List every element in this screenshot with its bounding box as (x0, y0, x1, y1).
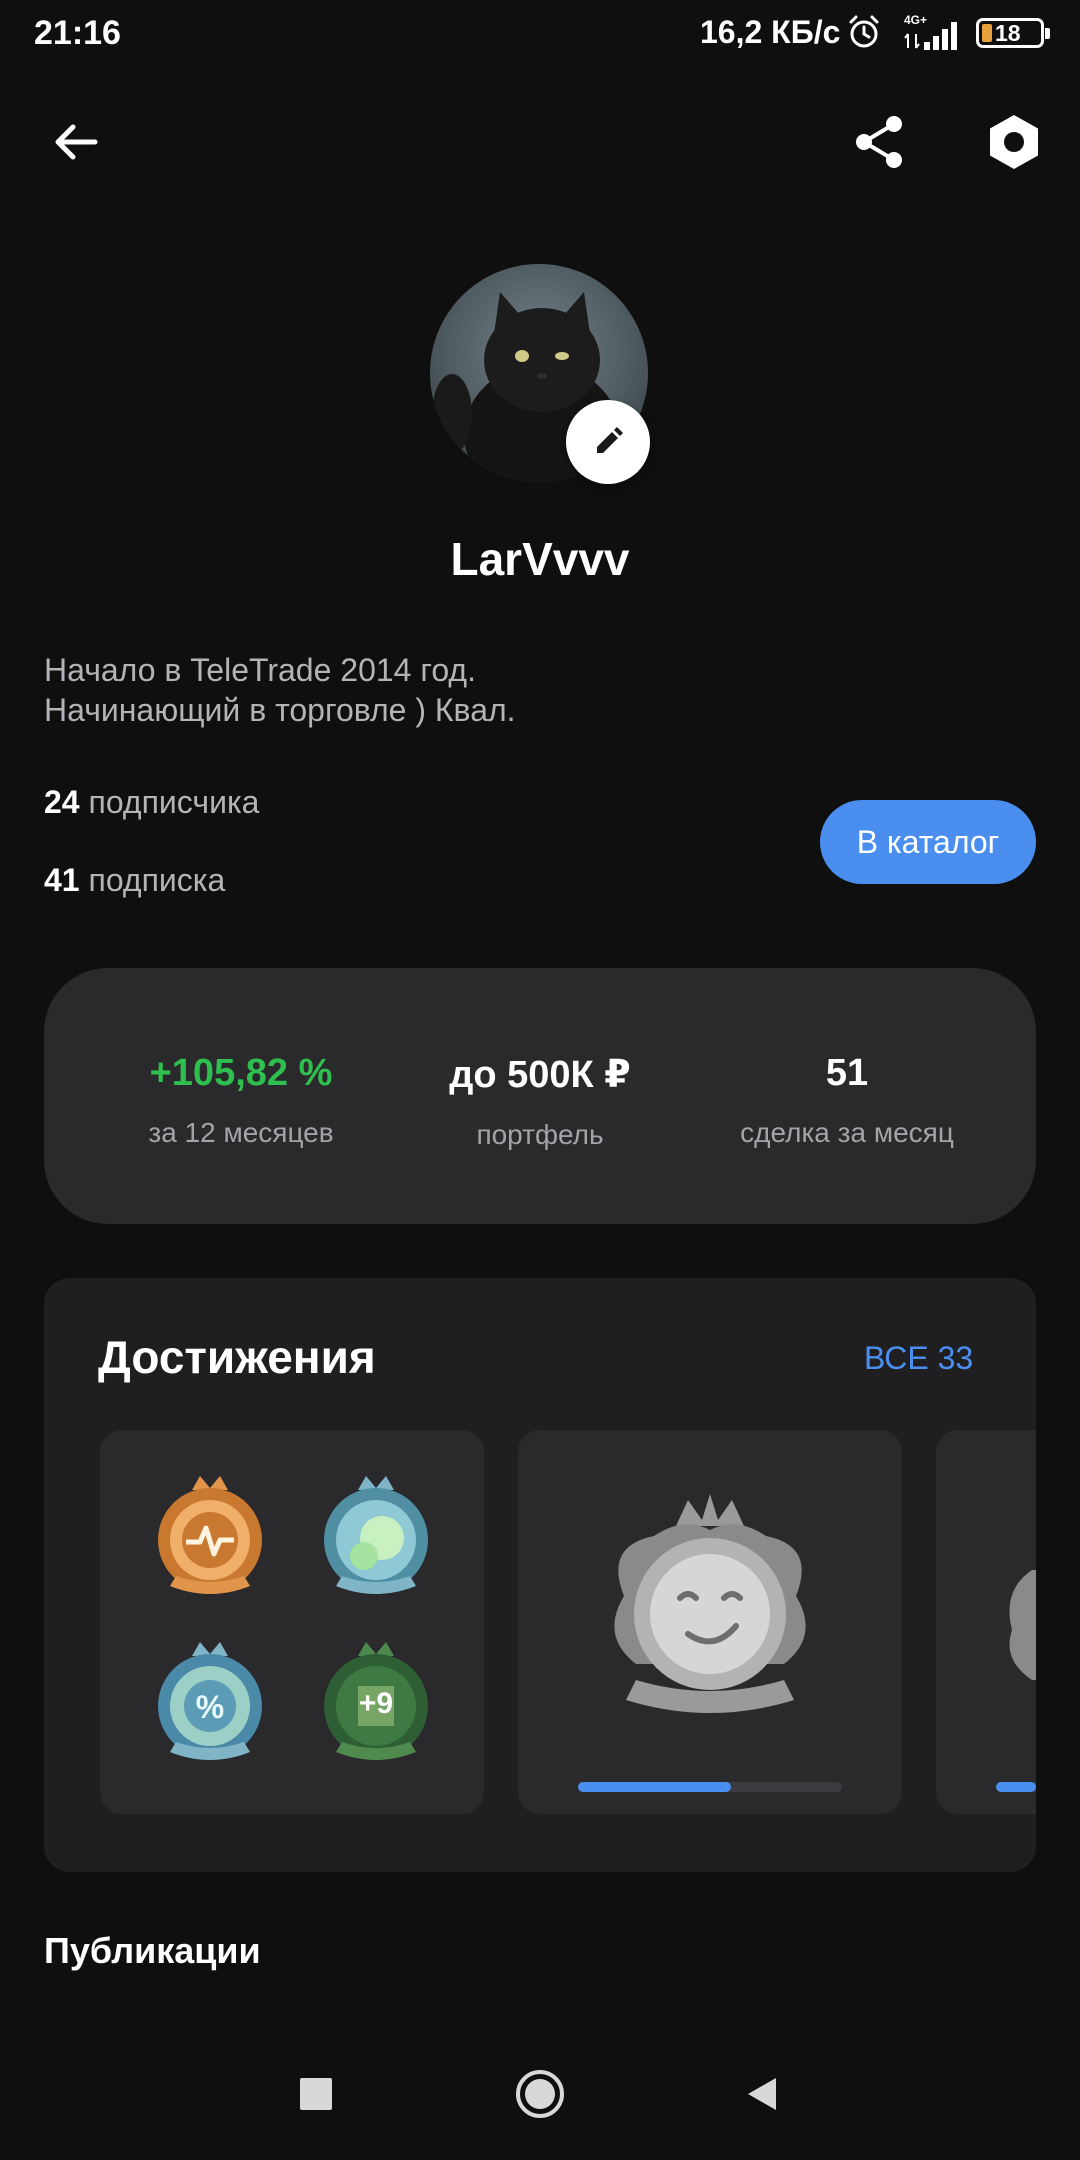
achievements-all-link[interactable]: ВСЕ 33 (864, 1340, 973, 1377)
catalog-button[interactable]: В каталог (820, 800, 1036, 884)
achievements-title: Достижения (98, 1331, 376, 1383)
signal-icon: 4G+ (904, 13, 957, 50)
pencil-icon (597, 427, 623, 453)
stat-label: за 12 месяцев (148, 1117, 334, 1148)
achievements-section: Достижения ВСЕ 33 % +9 (44, 1278, 1036, 1872)
profile-bio: Начало в TeleTrade 2014 год. Начинающий … (44, 650, 1024, 730)
smile-badge-icon (614, 1494, 806, 1713)
network-speed: 16,2 КБ/с (700, 14, 841, 50)
back-button[interactable] (36, 102, 116, 182)
followers-label: подписчика (88, 784, 260, 820)
achievement-progress-bar (996, 1782, 1036, 1792)
nav-back-button[interactable] (722, 2054, 802, 2134)
stat-return: +105,82 % за 12 месяцев (76, 1052, 406, 1149)
settings-hexagon-icon (990, 115, 1038, 169)
achievement-next-tile[interactable] (936, 1430, 1036, 1814)
username: LarVvvv (450, 533, 630, 585)
home-button[interactable] (500, 2054, 580, 2134)
achievement-featured-tile[interactable] (518, 1430, 902, 1814)
partial-badge-icon (1009, 1570, 1036, 1680)
stat-value: до 500К ₽ (449, 1054, 631, 1096)
status-bar: 21:16 16,2 КБ/с 4G+ 18 (0, 0, 1080, 64)
share-button[interactable] (840, 102, 920, 182)
bio-line: Начинающий в торговле ) Квал. (44, 692, 516, 728)
alarm-icon (849, 15, 879, 48)
publications-title: Публикации (44, 1930, 261, 1971)
stat-label: портфель (476, 1119, 604, 1150)
back-triangle-icon (748, 2078, 776, 2110)
achievement-group-tile[interactable]: % +9 (100, 1430, 484, 1814)
bio-line: Начало в TeleTrade 2014 год. (44, 652, 476, 688)
following-link[interactable]: 41 подписка (44, 862, 225, 899)
followers-count: 24 (44, 784, 80, 820)
followers-link[interactable]: 24 подписчика (44, 784, 259, 821)
home-circle-icon (516, 2070, 564, 2118)
stat-trades: 51 сделка за месяц (682, 1052, 1012, 1149)
achievement-progress-fill (578, 1782, 732, 1792)
settings-button[interactable] (974, 102, 1054, 182)
more-achievements-count: +9 (358, 1687, 394, 1720)
achievement-progress-bar (578, 1782, 842, 1792)
following-label: подписка (88, 862, 226, 898)
svg-text:4G+: 4G+ (904, 13, 927, 27)
status-time: 21:16 (34, 14, 121, 52)
stats-card: +105,82 % за 12 месяцев до 500К ₽ портфе… (44, 968, 1036, 1224)
coins-badge-icon (324, 1476, 428, 1594)
following-count: 41 (44, 862, 80, 898)
stat-value: +105,82 % (149, 1052, 333, 1094)
recents-square-icon (300, 2078, 332, 2110)
stat-portfolio: до 500К ₽ портфель (375, 1052, 705, 1151)
battery-icon: 18 (976, 18, 1050, 48)
achievement-progress-fill (996, 1782, 1036, 1792)
arrow-left-icon (55, 124, 98, 160)
recents-button[interactable] (276, 2054, 356, 2134)
stat-value: 51 (825, 1052, 869, 1094)
svg-text:%: % (196, 1689, 224, 1725)
battery-level: 18 (995, 20, 1021, 46)
percent-badge-icon: % (158, 1642, 262, 1760)
share-icon (856, 116, 902, 168)
stat-label: сделка за месяц (740, 1117, 954, 1148)
edit-avatar-button[interactable] (566, 400, 650, 484)
pulse-badge-icon (158, 1476, 262, 1594)
